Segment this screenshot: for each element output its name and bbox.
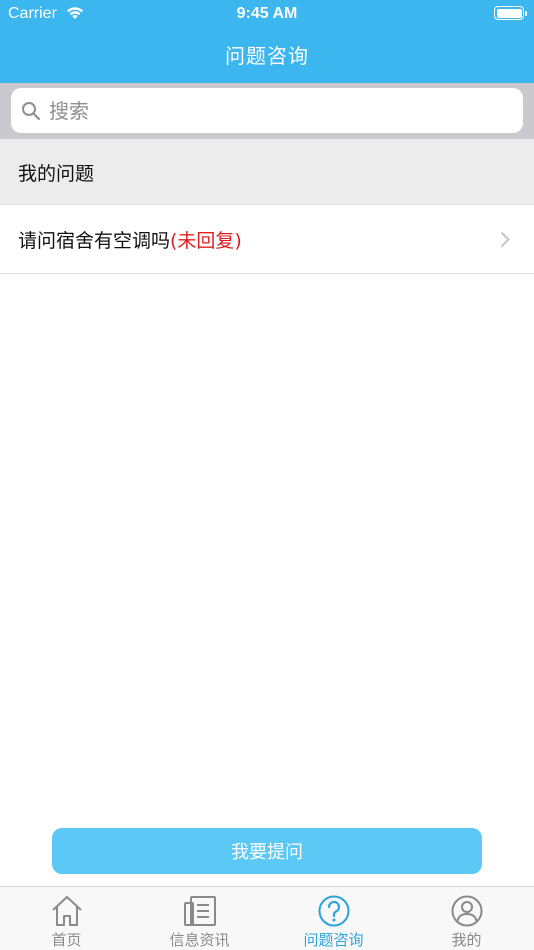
ask-question-button[interactable]: 我要提问 <box>52 828 482 874</box>
section-header: 我的问题 <box>0 139 534 205</box>
question-status: (未回复) <box>170 230 242 252</box>
chevron-right-icon <box>500 231 510 248</box>
question-row[interactable]: 请问宿舍有空调吗(未回复) <box>0 205 534 274</box>
tab-label: 信息资讯 <box>169 931 230 949</box>
clock: 9:45 AM <box>236 5 298 22</box>
section-title: 我的问题 <box>18 163 95 185</box>
tab-home[interactable]: 首页 <box>0 887 133 950</box>
search-icon <box>22 101 41 120</box>
question-icon <box>318 895 349 927</box>
tab-news[interactable]: 信息资讯 <box>133 887 266 950</box>
tab-label: 问题咨询 <box>303 931 364 949</box>
question-title: 请问宿舍有空调吗 <box>18 230 171 252</box>
tab-label: 首页 <box>51 931 82 949</box>
home-icon <box>51 896 82 926</box>
battery-icon <box>494 6 527 20</box>
page-title: 问题咨询 <box>225 44 309 68</box>
tab-bar: 首页 信息资讯 问题咨询 我的 <box>0 886 534 950</box>
question-text: 请问宿舍有空调吗(未回复) <box>18 226 242 253</box>
news-icon <box>183 896 216 926</box>
search-bar <box>0 83 534 139</box>
search-input[interactable] <box>49 92 489 129</box>
navigation-bar: Carrier 9:45 AM 问题咨询 <box>0 0 534 83</box>
profile-icon <box>451 895 482 927</box>
tab-label: 我的 <box>451 931 482 949</box>
search-field[interactable] <box>11 88 523 133</box>
tab-questions[interactable]: 问题咨询 <box>267 887 400 950</box>
tab-profile[interactable]: 我的 <box>400 887 533 950</box>
status-bar: Carrier 9:45 AM <box>0 0 534 28</box>
